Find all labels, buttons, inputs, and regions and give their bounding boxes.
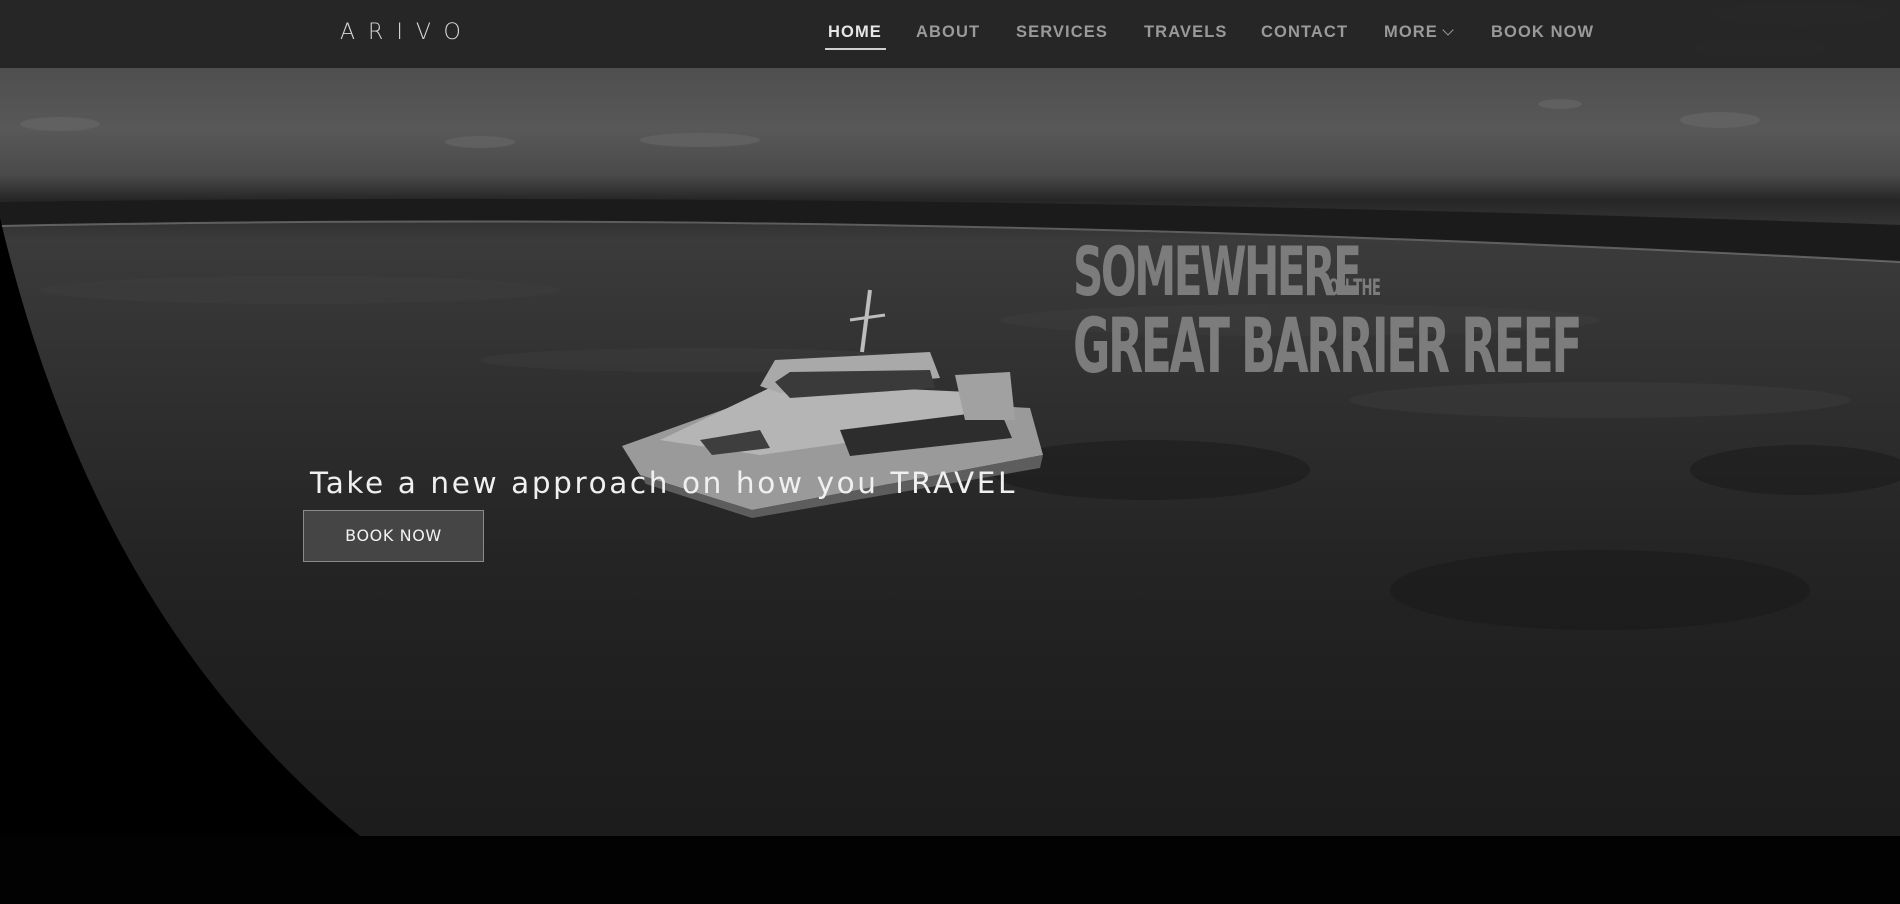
nav-item-home[interactable]: HOME	[828, 22, 882, 42]
site-logo[interactable]: ARIVO	[340, 20, 474, 46]
video-title-overlay: SOMEWHERE ON THE GREAT BARRIER REEF	[1073, 238, 1900, 384]
overlay-line-2: GREAT BARRIER REEF	[1073, 301, 1583, 390]
nav-item-contact[interactable]: CONTACT	[1261, 22, 1348, 42]
hero-section: SOMEWHERE ON THE GREAT BARRIER REEF Take…	[0, 0, 1900, 836]
hero-tagline: Take a new approach on how you TRAVEL	[310, 466, 1018, 500]
overlay-line-1-small: ON THE	[1328, 276, 1381, 301]
overlay-line-1: SOMEWHERE	[1073, 233, 1362, 312]
nav-item-more-label: MORE	[1384, 23, 1438, 41]
nav-item-about[interactable]: ABOUT	[916, 22, 980, 42]
nav-item-book-now[interactable]: BOOK NOW	[1491, 22, 1594, 42]
hero-curve-mask	[0, 218, 360, 836]
page-bottom-band	[0, 836, 1900, 904]
top-navigation-bar: ARIVO HOME ABOUT SERVICES TRAVELS CONTAC…	[0, 0, 1900, 68]
nav-item-more[interactable]: MORE	[1384, 22, 1454, 42]
hero-book-now-button[interactable]: BOOK NOW	[303, 510, 484, 562]
nav-item-travels[interactable]: TRAVELS	[1144, 22, 1227, 42]
nav-active-underline	[825, 48, 886, 50]
chevron-down-icon	[1442, 24, 1454, 36]
nav-item-services[interactable]: SERVICES	[1016, 22, 1108, 42]
